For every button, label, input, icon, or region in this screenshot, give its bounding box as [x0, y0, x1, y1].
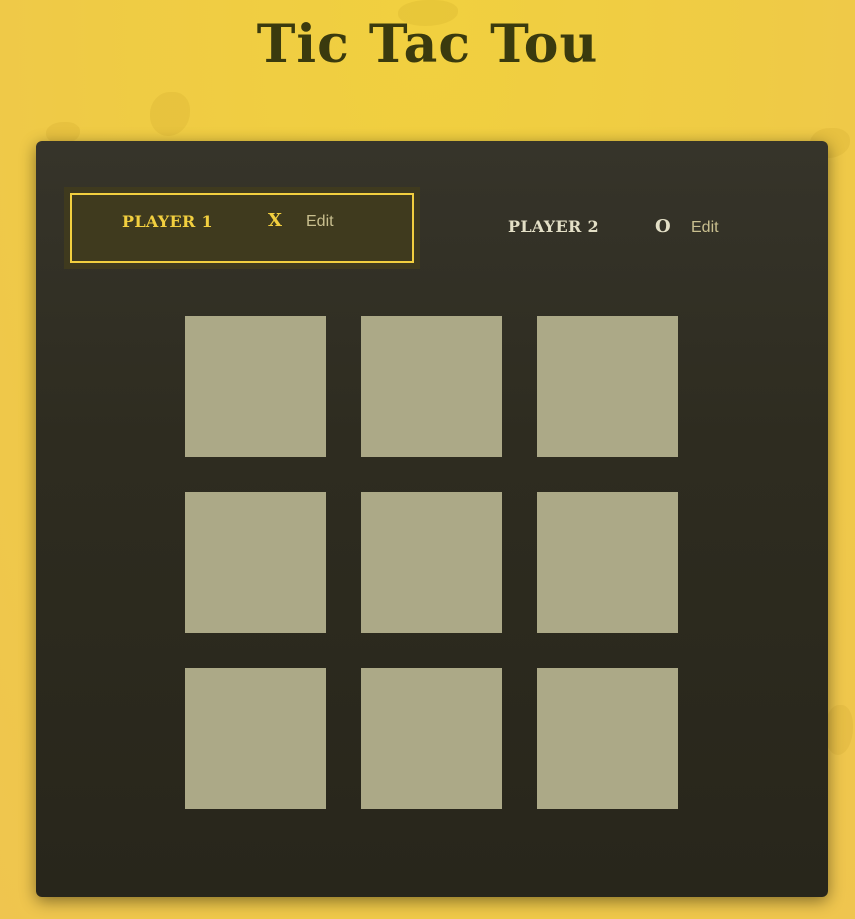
board-cell-2[interactable]: [361, 316, 502, 457]
board-cell-7[interactable]: [185, 668, 326, 809]
player-2-symbol: O: [655, 216, 671, 237]
player-1-edit-button[interactable]: Edit: [306, 213, 334, 231]
player-2-name: PLAYER 2: [508, 217, 599, 236]
game-board: [185, 316, 678, 809]
background-decoration: [825, 705, 853, 755]
player-1-name: PLAYER 1: [122, 212, 213, 231]
board-cell-8[interactable]: [361, 668, 502, 809]
page-title: Tic Tac Tou: [256, 14, 599, 75]
player-1-card: PLAYER 1 X Edit: [64, 187, 420, 269]
player-2-edit-button[interactable]: Edit: [691, 219, 719, 237]
board-cell-1[interactable]: [185, 316, 326, 457]
game-container: PLAYER 1 X Edit PLAYER 2 O Edit: [36, 141, 828, 897]
board-cell-6[interactable]: [537, 492, 678, 633]
background-decoration: [150, 92, 190, 136]
player-1-symbol: X: [268, 210, 282, 231]
board-cell-5[interactable]: [361, 492, 502, 633]
player-2-card: PLAYER 2 O Edit: [442, 193, 798, 263]
board-cell-4[interactable]: [185, 492, 326, 633]
board-cell-3[interactable]: [537, 316, 678, 457]
board-cell-9[interactable]: [537, 668, 678, 809]
